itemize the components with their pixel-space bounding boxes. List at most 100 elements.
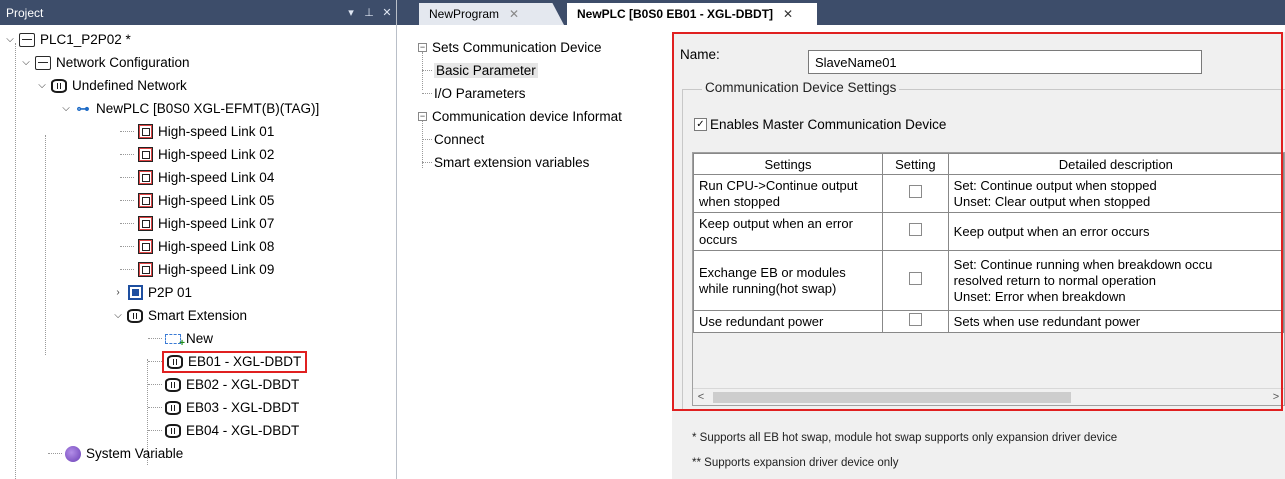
high-speed-link-icon xyxy=(136,124,154,140)
setting-checkbox[interactable] xyxy=(908,223,922,236)
setting-description-cell: Set: Continue running when breakdown occ… xyxy=(947,250,1284,311)
footnote-expansion-driver: ** Supports expansion driver device only xyxy=(692,457,899,469)
column-header-setting[interactable]: Setting xyxy=(881,153,949,175)
settings-group-sets-device[interactable]: − Sets Communication Device xyxy=(418,36,668,59)
selected-eb01-highlight[interactable]: EB01 - XGL-DBDT xyxy=(161,350,308,373)
setting-checkbox-cell[interactable] xyxy=(881,212,949,251)
settings-grid: Settings Setting Detailed description Ru… xyxy=(692,152,1285,406)
settings-item-label: Sets Communication Device xyxy=(432,40,602,55)
tree-item-label: EB03 - XGL-DBDT xyxy=(186,400,300,415)
group-title: Communication Device Settings xyxy=(702,80,900,95)
tree-item-newplc[interactable]: ⌵ ⊶ NewPLC [B0S0 XGL-EFMT(B)(TAG)] xyxy=(0,97,396,120)
system-variable-icon xyxy=(64,445,82,462)
tree-item-eb03[interactable]: EB03 - XGL-DBDT xyxy=(0,396,396,419)
setting-checkbox-cell[interactable] xyxy=(881,250,949,311)
table-row: Run CPU->Continue output when stopped Se… xyxy=(693,174,1284,213)
setting-checkbox-cell[interactable] xyxy=(881,174,949,213)
tree-item-label: NewPLC [B0S0 XGL-EFMT(B)(TAG)] xyxy=(96,101,320,116)
collapse-icon[interactable]: ⌵ xyxy=(36,80,48,91)
tree-item-label: High-speed Link 07 xyxy=(158,216,275,231)
tree-item-high-speed-link[interactable]: High-speed Link 09 xyxy=(0,258,396,281)
setting-checkbox[interactable] xyxy=(908,272,922,285)
high-speed-link-icon xyxy=(136,239,154,255)
panel-pin-icon[interactable]: ⊥ xyxy=(360,6,378,19)
checkbox-checked-icon[interactable]: ✓ xyxy=(694,118,707,131)
tree-item-network-configuration[interactable]: ⌵ Network Configuration xyxy=(0,51,396,74)
tree-item-eb01[interactable]: EB01 - XGL-DBDT xyxy=(0,350,396,373)
settings-item-label: Communication device Informat xyxy=(432,109,622,124)
collapse-icon[interactable]: − xyxy=(418,43,427,52)
name-field[interactable] xyxy=(808,50,1202,74)
checkbox-label: Enables Master Communication Device xyxy=(710,117,947,132)
enable-master-checkbox[interactable]: ✓ Enables Master Communication Device xyxy=(694,117,946,132)
tree-item-high-speed-link[interactable]: High-speed Link 05 xyxy=(0,189,396,212)
name-label: Name: xyxy=(680,47,720,62)
setting-checkbox[interactable] xyxy=(908,185,922,198)
tab-label: NewProgram xyxy=(429,7,500,21)
settings-item-connect[interactable]: Connect xyxy=(418,128,668,151)
panel-dropdown-icon[interactable]: ▾ xyxy=(342,6,360,19)
tree-item-p2p[interactable]: › P2P 01 xyxy=(0,281,396,304)
tree-item-high-speed-link[interactable]: High-speed Link 02 xyxy=(0,143,396,166)
tree-item-label: High-speed Link 01 xyxy=(158,124,275,139)
editor-tab-bar: NewProgram ✕ NewPLC [B0S0 EB01 - XGL-DBD… xyxy=(397,0,1285,25)
tree-item-label: EB02 - XGL-DBDT xyxy=(186,377,300,392)
setting-checkbox[interactable] xyxy=(908,313,922,326)
setting-checkbox-cell[interactable] xyxy=(881,310,949,333)
tab-newplc-eb01[interactable]: NewPLC [B0S0 EB01 - XGL-DBDT] ✕ xyxy=(567,3,817,25)
tree-item-high-speed-link[interactable]: High-speed Link 04 xyxy=(0,166,396,189)
settings-group-device-info[interactable]: − Communication device Informat xyxy=(418,105,668,128)
tree-item-label: System Variable xyxy=(86,446,184,461)
tree-item-eb02[interactable]: EB02 - XGL-DBDT xyxy=(0,373,396,396)
tree-item-project[interactable]: ⌵ PLC1_P2P02 * xyxy=(0,28,396,51)
settings-item-label: Basic Parameter xyxy=(434,63,538,78)
scroll-left-icon[interactable]: < xyxy=(693,389,709,405)
tree-item-label: EB04 - XGL-DBDT xyxy=(186,423,300,438)
setting-description-cell: Set: Continue output when stopped Unset:… xyxy=(947,174,1284,213)
table-row: Use redundant power Sets when use redund… xyxy=(693,310,1284,333)
column-header-settings[interactable]: Settings xyxy=(693,153,883,175)
settings-item-label: Connect xyxy=(434,132,485,147)
tab-close-icon[interactable]: ✕ xyxy=(783,7,793,21)
tree-item-high-speed-link[interactable]: High-speed Link 07 xyxy=(0,212,396,235)
tree-item-high-speed-link[interactable]: High-speed Link 01 xyxy=(0,120,396,143)
collapse-icon[interactable]: ⌵ xyxy=(60,103,72,114)
tree-item-undefined-network[interactable]: ⌵ Undefined Network xyxy=(0,74,396,97)
collapse-icon[interactable]: ⌵ xyxy=(4,34,16,45)
scroll-right-icon[interactable]: > xyxy=(1268,389,1284,405)
new-item-icon xyxy=(164,331,185,349)
tree-item-high-speed-link[interactable]: High-speed Link 08 xyxy=(0,235,396,258)
project-tree: ⌵ PLC1_P2P02 * ⌵ Network Configuration ⌵… xyxy=(0,25,396,479)
expand-icon[interactable]: › xyxy=(112,287,124,298)
high-speed-link-icon xyxy=(136,193,154,209)
collapse-icon[interactable]: − xyxy=(418,112,427,121)
tree-item-system-variable[interactable]: System Variable xyxy=(0,442,396,465)
horizontal-scrollbar[interactable]: < > xyxy=(693,388,1284,405)
settings-item-basic-parameter[interactable]: Basic Parameter xyxy=(418,59,668,82)
settings-item-smart-extension-variables[interactable]: Smart extension variables xyxy=(418,151,668,174)
tree-item-label: High-speed Link 05 xyxy=(158,193,275,208)
tree-item-label: PLC1_P2P02 * xyxy=(40,32,131,47)
tree-item-label: Smart Extension xyxy=(148,308,248,323)
network-icon xyxy=(34,55,52,71)
tree-item-new[interactable]: New xyxy=(0,327,396,350)
tree-item-label: Undefined Network xyxy=(72,78,187,93)
project-panel-header: Project ▾ ⊥ ✕ xyxy=(0,0,396,25)
tree-item-smart-extension[interactable]: ⌵ Smart Extension xyxy=(0,304,396,327)
collapse-icon[interactable]: ⌵ xyxy=(112,310,124,321)
project-icon xyxy=(18,32,36,48)
tree-item-label: High-speed Link 08 xyxy=(158,239,275,254)
tab-newprogram[interactable]: NewProgram ✕ xyxy=(419,3,564,25)
plc-topology-icon: ⊶ xyxy=(76,100,90,116)
tab-close-icon[interactable]: ✕ xyxy=(509,7,519,21)
panel-close-icon[interactable]: ✕ xyxy=(378,6,396,19)
footnote-hot-swap: * Supports all EB hot swap, module hot s… xyxy=(692,432,1118,444)
tab-label: NewPLC [B0S0 EB01 - XGL-DBDT] xyxy=(577,7,774,21)
collapse-icon[interactable]: ⌵ xyxy=(20,57,32,68)
tree-item-eb04[interactable]: EB04 - XGL-DBDT xyxy=(0,419,396,442)
scrollbar-thumb[interactable] xyxy=(713,392,1071,403)
expansion-base-icon xyxy=(164,423,182,439)
column-header-description[interactable]: Detailed description xyxy=(947,153,1284,175)
setting-name-cell: Use redundant power xyxy=(693,310,883,333)
settings-item-io-parameters[interactable]: I/O Parameters xyxy=(418,82,668,105)
